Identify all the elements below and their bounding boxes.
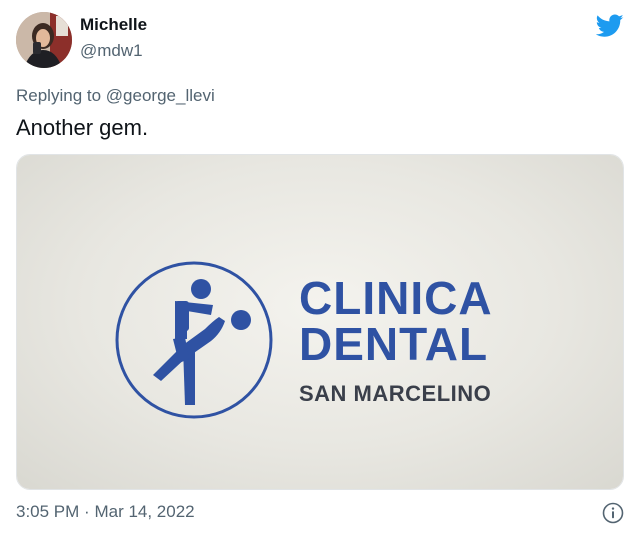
user-handle[interactable]: @mdw1	[80, 41, 143, 61]
tweet-card: Michelle @mdw1 Replying to @george_llevi…	[0, 0, 640, 534]
info-icon[interactable]	[602, 502, 624, 524]
reply-mention-link[interactable]: @george_llevi	[106, 86, 215, 105]
clinic-location: SAN MARCELINO	[299, 381, 492, 406]
tweet-timestamp[interactable]: 3:05 PM · Mar 14, 2022	[16, 502, 195, 522]
reply-context: Replying to @george_llevi	[16, 86, 215, 106]
clinic-name-line2: DENTAL	[299, 318, 489, 370]
twitter-bird-icon[interactable]	[596, 14, 624, 38]
display-name[interactable]: Michelle	[80, 15, 147, 35]
timestamp-separator: ·	[84, 502, 90, 521]
tweet-text: Another gem.	[16, 115, 149, 140]
clinic-name-line1: CLINICA	[299, 272, 493, 324]
tweet-date: Mar 14, 2022	[94, 502, 195, 521]
dental-clinic-logo-icon	[115, 261, 273, 419]
avatar[interactable]	[16, 12, 72, 68]
tweet-time: 3:05 PM	[16, 502, 80, 521]
reply-prefix: Replying to	[16, 86, 102, 105]
avatar-photo	[16, 12, 72, 68]
tweet-media-image[interactable]: CLINICA DENTAL SAN MARCELINO	[16, 154, 624, 490]
